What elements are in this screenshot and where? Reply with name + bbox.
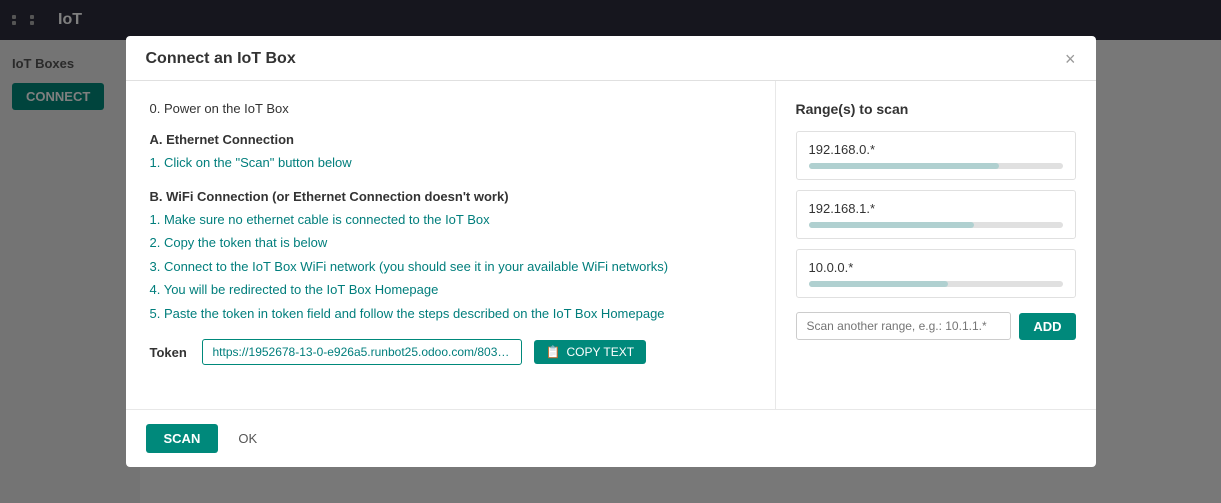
section-a-title: A. Ethernet Connection <box>150 132 751 147</box>
range-label-1: 192.168.0.* <box>809 142 1063 157</box>
range-bar-3 <box>809 281 1063 287</box>
section-b-step-1: 1. Make sure no ethernet cable is connec… <box>150 210 751 230</box>
section-b-title: B. WiFi Connection (or Ethernet Connecti… <box>150 189 751 204</box>
token-label: Token <box>150 345 190 360</box>
token-row: Token https://1952678-13-0-e926a5.runbot… <box>150 339 751 365</box>
range-label-2: 192.168.1.* <box>809 201 1063 216</box>
range-item-3: 10.0.0.* <box>796 249 1076 298</box>
modal-header: Connect an IoT Box × <box>126 36 1096 81</box>
range-bar-1 <box>809 163 1063 169</box>
add-range-input[interactable] <box>796 312 1012 340</box>
section-a-step-1: 1. Click on the "Scan" button below <box>150 153 751 173</box>
range-label-3: 10.0.0.* <box>809 260 1063 275</box>
range-bar-2 <box>809 222 1063 228</box>
add-range-button[interactable]: ADD <box>1019 313 1075 340</box>
intro-step: 0. Power on the IoT Box <box>150 101 751 116</box>
modal-close-button[interactable]: × <box>1065 50 1076 68</box>
modal-body: 0. Power on the IoT Box A. Ethernet Conn… <box>126 81 1096 409</box>
copy-icon: 📋 <box>546 345 561 359</box>
ok-button[interactable]: OK <box>228 424 267 453</box>
add-range-row: ADD <box>796 312 1076 340</box>
section-a-steps: 1. Click on the "Scan" button below <box>150 153 751 173</box>
modal: Connect an IoT Box × 0. Power on the IoT… <box>126 36 1096 467</box>
section-b-step-2: 2. Copy the token that is below <box>150 233 751 253</box>
modal-footer: SCAN OK <box>126 409 1096 467</box>
left-panel: 0. Power on the IoT Box A. Ethernet Conn… <box>126 81 776 409</box>
range-item-1: 192.168.0.* <box>796 131 1076 180</box>
section-b-steps: 1. Make sure no ethernet cable is connec… <box>150 210 751 324</box>
modal-overlay: Connect an IoT Box × 0. Power on the IoT… <box>0 0 1221 503</box>
copy-text-button[interactable]: 📋 COPY TEXT <box>534 340 647 364</box>
section-b-step-3: 3. Connect to the IoT Box WiFi network (… <box>150 257 751 277</box>
right-panel: Range(s) to scan 192.168.0.* 192.168.1.*… <box>776 81 1096 409</box>
section-b-step-5: 5. Paste the token in token field and fo… <box>150 304 751 324</box>
range-title: Range(s) to scan <box>796 101 1076 117</box>
range-item-2: 192.168.1.* <box>796 190 1076 239</box>
token-value: https://1952678-13-0-e926a5.runbot25.odo… <box>202 339 522 365</box>
section-b-step-4: 4. You will be redirected to the IoT Box… <box>150 280 751 300</box>
modal-title: Connect an IoT Box <box>146 50 296 68</box>
scan-button[interactable]: SCAN <box>146 424 219 453</box>
